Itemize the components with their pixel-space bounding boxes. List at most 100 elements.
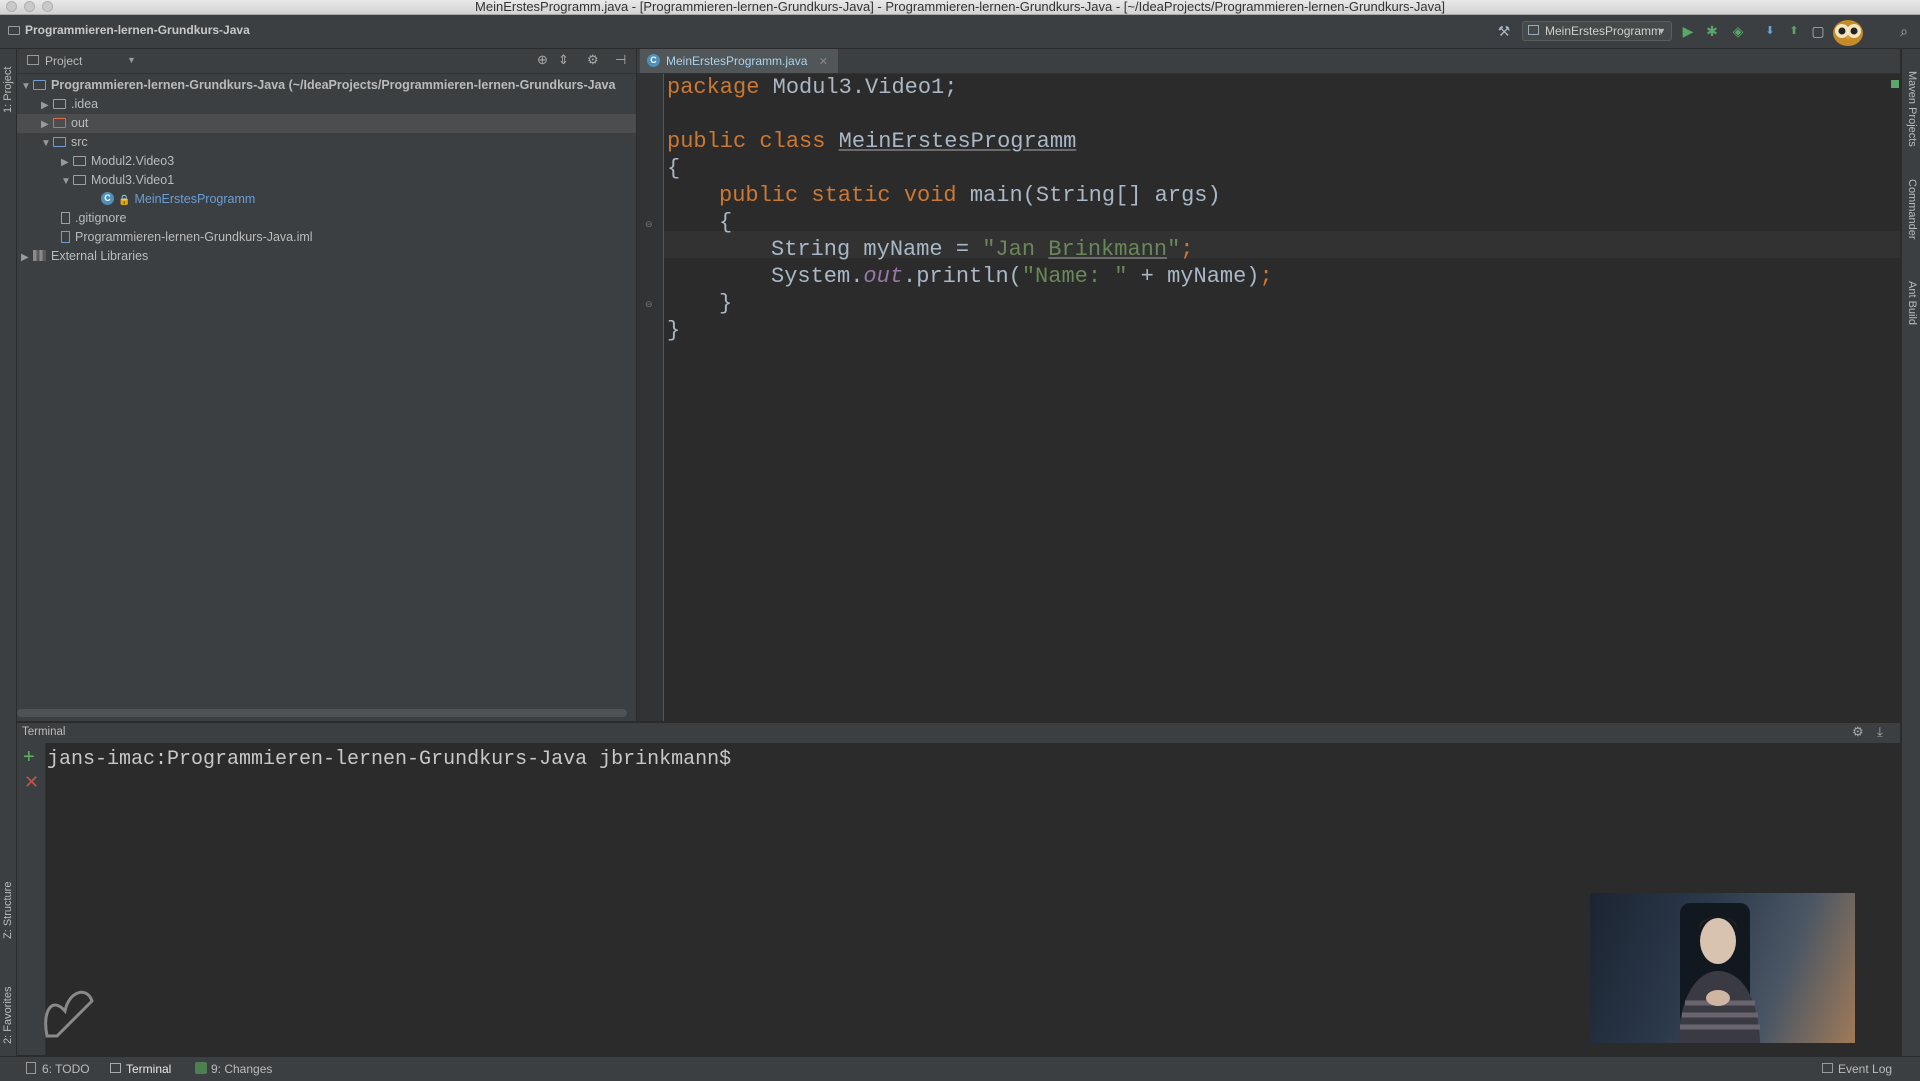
terminal-tool-tab[interactable]: Terminal — [126, 1061, 171, 1077]
close-icon[interactable]: ✕ — [819, 56, 828, 68]
hide-panel-icon[interactable]: ⊣ — [615, 52, 626, 68]
new-session-icon[interactable]: + — [23, 747, 35, 767]
package-icon — [73, 155, 86, 166]
scroll-from-source-icon[interactable]: ⊕ — [537, 52, 548, 68]
webcam-overlay — [1590, 893, 1855, 1043]
code-editor[interactable]: ⊖ ⊖ package Modul3.Video1; public class … — [637, 74, 1900, 721]
project-view-icon — [27, 55, 39, 65]
tree-item-out[interactable]: ▶ out — [17, 114, 636, 133]
terminal-title: Terminal — [22, 726, 66, 738]
changes-icon — [195, 1062, 207, 1074]
libraries-icon — [33, 250, 46, 262]
code-line-8: System.out.println("Name: " + myName); — [771, 264, 1273, 289]
tree-item-meinerstesprogramm[interactable]: C 🔒 MeinErstesProgramm — [17, 190, 636, 209]
commander-tab[interactable]: Commander — [1906, 179, 1918, 240]
application-config-icon — [1528, 25, 1539, 35]
tree-item-iml-file[interactable]: Programmieren-lernen-Grundkurs-Java.iml — [17, 228, 636, 247]
project-tool-window: Project ▼ ⊕ ⇕ ⚙ ⊣ ▼ Programmieren-lernen-… — [17, 49, 637, 721]
run-configuration-label: MeinErstesProgramm — [1545, 24, 1662, 38]
run-configuration-select[interactable]: MeinErstesProgramm ▼ — [1522, 21, 1672, 41]
right-tool-strip: Maven Projects Commander Ant Build — [1901, 49, 1920, 1056]
project-folder-icon — [8, 26, 20, 36]
tree-item-gitignore[interactable]: .gitignore — [17, 209, 636, 228]
editor-tab-bar: C MeinErstesProgramm.java ✕ — [637, 49, 1900, 74]
terminal-prompt: jans-imac:Programmieren-lernen-Grundkurs… — [47, 748, 732, 771]
chevron-down-icon[interactable]: ▼ — [127, 55, 136, 65]
ant-build-tab[interactable]: Ant Build — [1906, 281, 1918, 325]
code-line-9: } — [719, 291, 733, 316]
run-with-coverage-icon[interactable]: ◈ — [1730, 23, 1746, 39]
hide-panel-icon[interactable]: ⤓ — [1877, 724, 1883, 740]
tree-item-src[interactable]: ▼ src — [17, 133, 636, 152]
owl-mascot-icon — [1832, 17, 1864, 47]
collapse-all-icon[interactable]: ⇕ — [558, 52, 569, 68]
tab-meinerstesprogramm-java[interactable]: C MeinErstesProgramm.java ✕ — [640, 49, 838, 73]
gear-icon[interactable]: ⚙ — [1852, 724, 1864, 740]
horizontal-scrollbar[interactable] — [17, 709, 627, 717]
changes-tool-tab[interactable]: 9: Changes — [211, 1061, 272, 1077]
collapsed-arrow-icon[interactable]: ▶ — [21, 248, 33, 267]
terminal-panel-header: Terminal ⚙ ⤓ — [17, 722, 1900, 744]
vcs-commit-icon[interactable]: ⬆ — [1786, 23, 1802, 39]
structure-tool-tab[interactable]: Z: Structure — [2, 859, 14, 939]
tree-item-modul3-video1[interactable]: ▼ Modul3.Video1 — [17, 171, 636, 190]
expanded-arrow-icon[interactable]: ▼ — [41, 134, 53, 153]
window-title: MeinErstesProgramm.java - [Programmieren… — [475, 0, 1445, 14]
java-class-icon: C — [647, 54, 660, 67]
event-log-tab[interactable]: Event Log — [1838, 1061, 1892, 1077]
tree-item-project-root[interactable]: ▼ Programmieren-lernen-Grundkurs-Java (~/… — [17, 76, 636, 95]
fold-marker-icon[interactable]: ⊖ — [645, 299, 653, 310]
breadcrumb[interactable]: Programmieren-lernen-Grundkurs-Java — [8, 23, 250, 37]
code-line-3: public class MeinErstesProgramm — [667, 129, 1077, 154]
excluded-folder-icon — [53, 117, 66, 128]
maven-projects-tab[interactable]: Maven Projects — [1906, 71, 1918, 147]
left-tool-strip: 1: Project Z: Structure 2: Favorites — [0, 49, 17, 1056]
collapsed-arrow-icon[interactable]: ▶ — [41, 96, 53, 115]
settings-window-icon[interactable]: ▢ — [1810, 23, 1826, 39]
source-folder-icon — [53, 136, 66, 147]
code-line-4: { — [667, 156, 681, 181]
expanded-arrow-icon[interactable]: ▼ — [61, 172, 73, 191]
tree-item-modul2-video3[interactable]: ▶ Modul2.Video3 — [17, 152, 636, 171]
status-bar: 6: TODO Terminal 9: Changes Event Log — [0, 1056, 1920, 1081]
fold-marker-icon[interactable]: ⊖ — [645, 219, 653, 230]
editor-gutter[interactable]: ⊖ ⊖ — [637, 74, 664, 721]
gear-icon[interactable]: ⚙ — [587, 52, 599, 68]
no-problems-indicator-icon — [1891, 80, 1899, 88]
expanded-arrow-icon[interactable]: ▼ — [21, 77, 33, 96]
collapsed-arrow-icon[interactable]: ▶ — [41, 115, 53, 134]
run-icon[interactable]: ▶ — [1680, 23, 1696, 39]
close-session-icon[interactable]: ✕ — [24, 773, 39, 791]
code-line-5: public static void main(String[] args) — [719, 183, 1221, 208]
vcs-update-icon[interactable]: ⬇ — [1762, 23, 1778, 39]
code-line-6: { — [719, 210, 733, 235]
collapsed-arrow-icon[interactable]: ▶ — [61, 153, 73, 172]
build-project-icon[interactable]: ⚒ — [1496, 23, 1512, 39]
tree-item-external-libraries[interactable]: ▶ External Libraries — [17, 247, 636, 266]
module-folder-icon — [33, 79, 46, 90]
todo-tool-tab[interactable]: 6: TODO — [42, 1061, 90, 1077]
navigation-bar: Programmieren-lernen-Grundkurs-Java ⚒ Me… — [0, 15, 1920, 49]
todo-icon — [26, 1062, 36, 1074]
terminal-panel[interactable]: + ✕ jans-imac:Programmieren-lernen-Grund… — [17, 743, 1900, 1055]
folder-icon — [53, 98, 66, 109]
code-line-10: } — [667, 318, 681, 343]
code-line-1: package Modul3.Video1; — [667, 75, 958, 100]
chevron-down-icon: ▼ — [1657, 26, 1666, 36]
java-class-icon: C — [101, 192, 114, 206]
tree-item-idea[interactable]: ▶ .idea — [17, 95, 636, 114]
debug-icon[interactable]: ✱ — [1704, 23, 1720, 39]
favorites-tool-tab[interactable]: 2: Favorites — [2, 964, 14, 1044]
project-panel-header: Project ▼ ⊕ ⇕ ⚙ ⊣ — [17, 49, 636, 74]
module-file-icon — [61, 230, 70, 243]
project-tool-tab[interactable]: 1: Project — [2, 53, 14, 113]
search-icon[interactable]: ⌕ — [1896, 23, 1912, 39]
package-icon — [73, 174, 86, 185]
project-view-select[interactable]: Project — [45, 54, 82, 68]
lock-icon: 🔒 — [118, 195, 131, 206]
breadcrumb-project: Programmieren-lernen-Grundkurs-Java — [25, 23, 250, 37]
terminal-icon — [110, 1063, 121, 1073]
file-icon — [61, 211, 70, 224]
title-bar: MeinErstesProgramm.java - [Programmieren… — [0, 0, 1920, 15]
watermark-logo-icon — [37, 981, 97, 1041]
